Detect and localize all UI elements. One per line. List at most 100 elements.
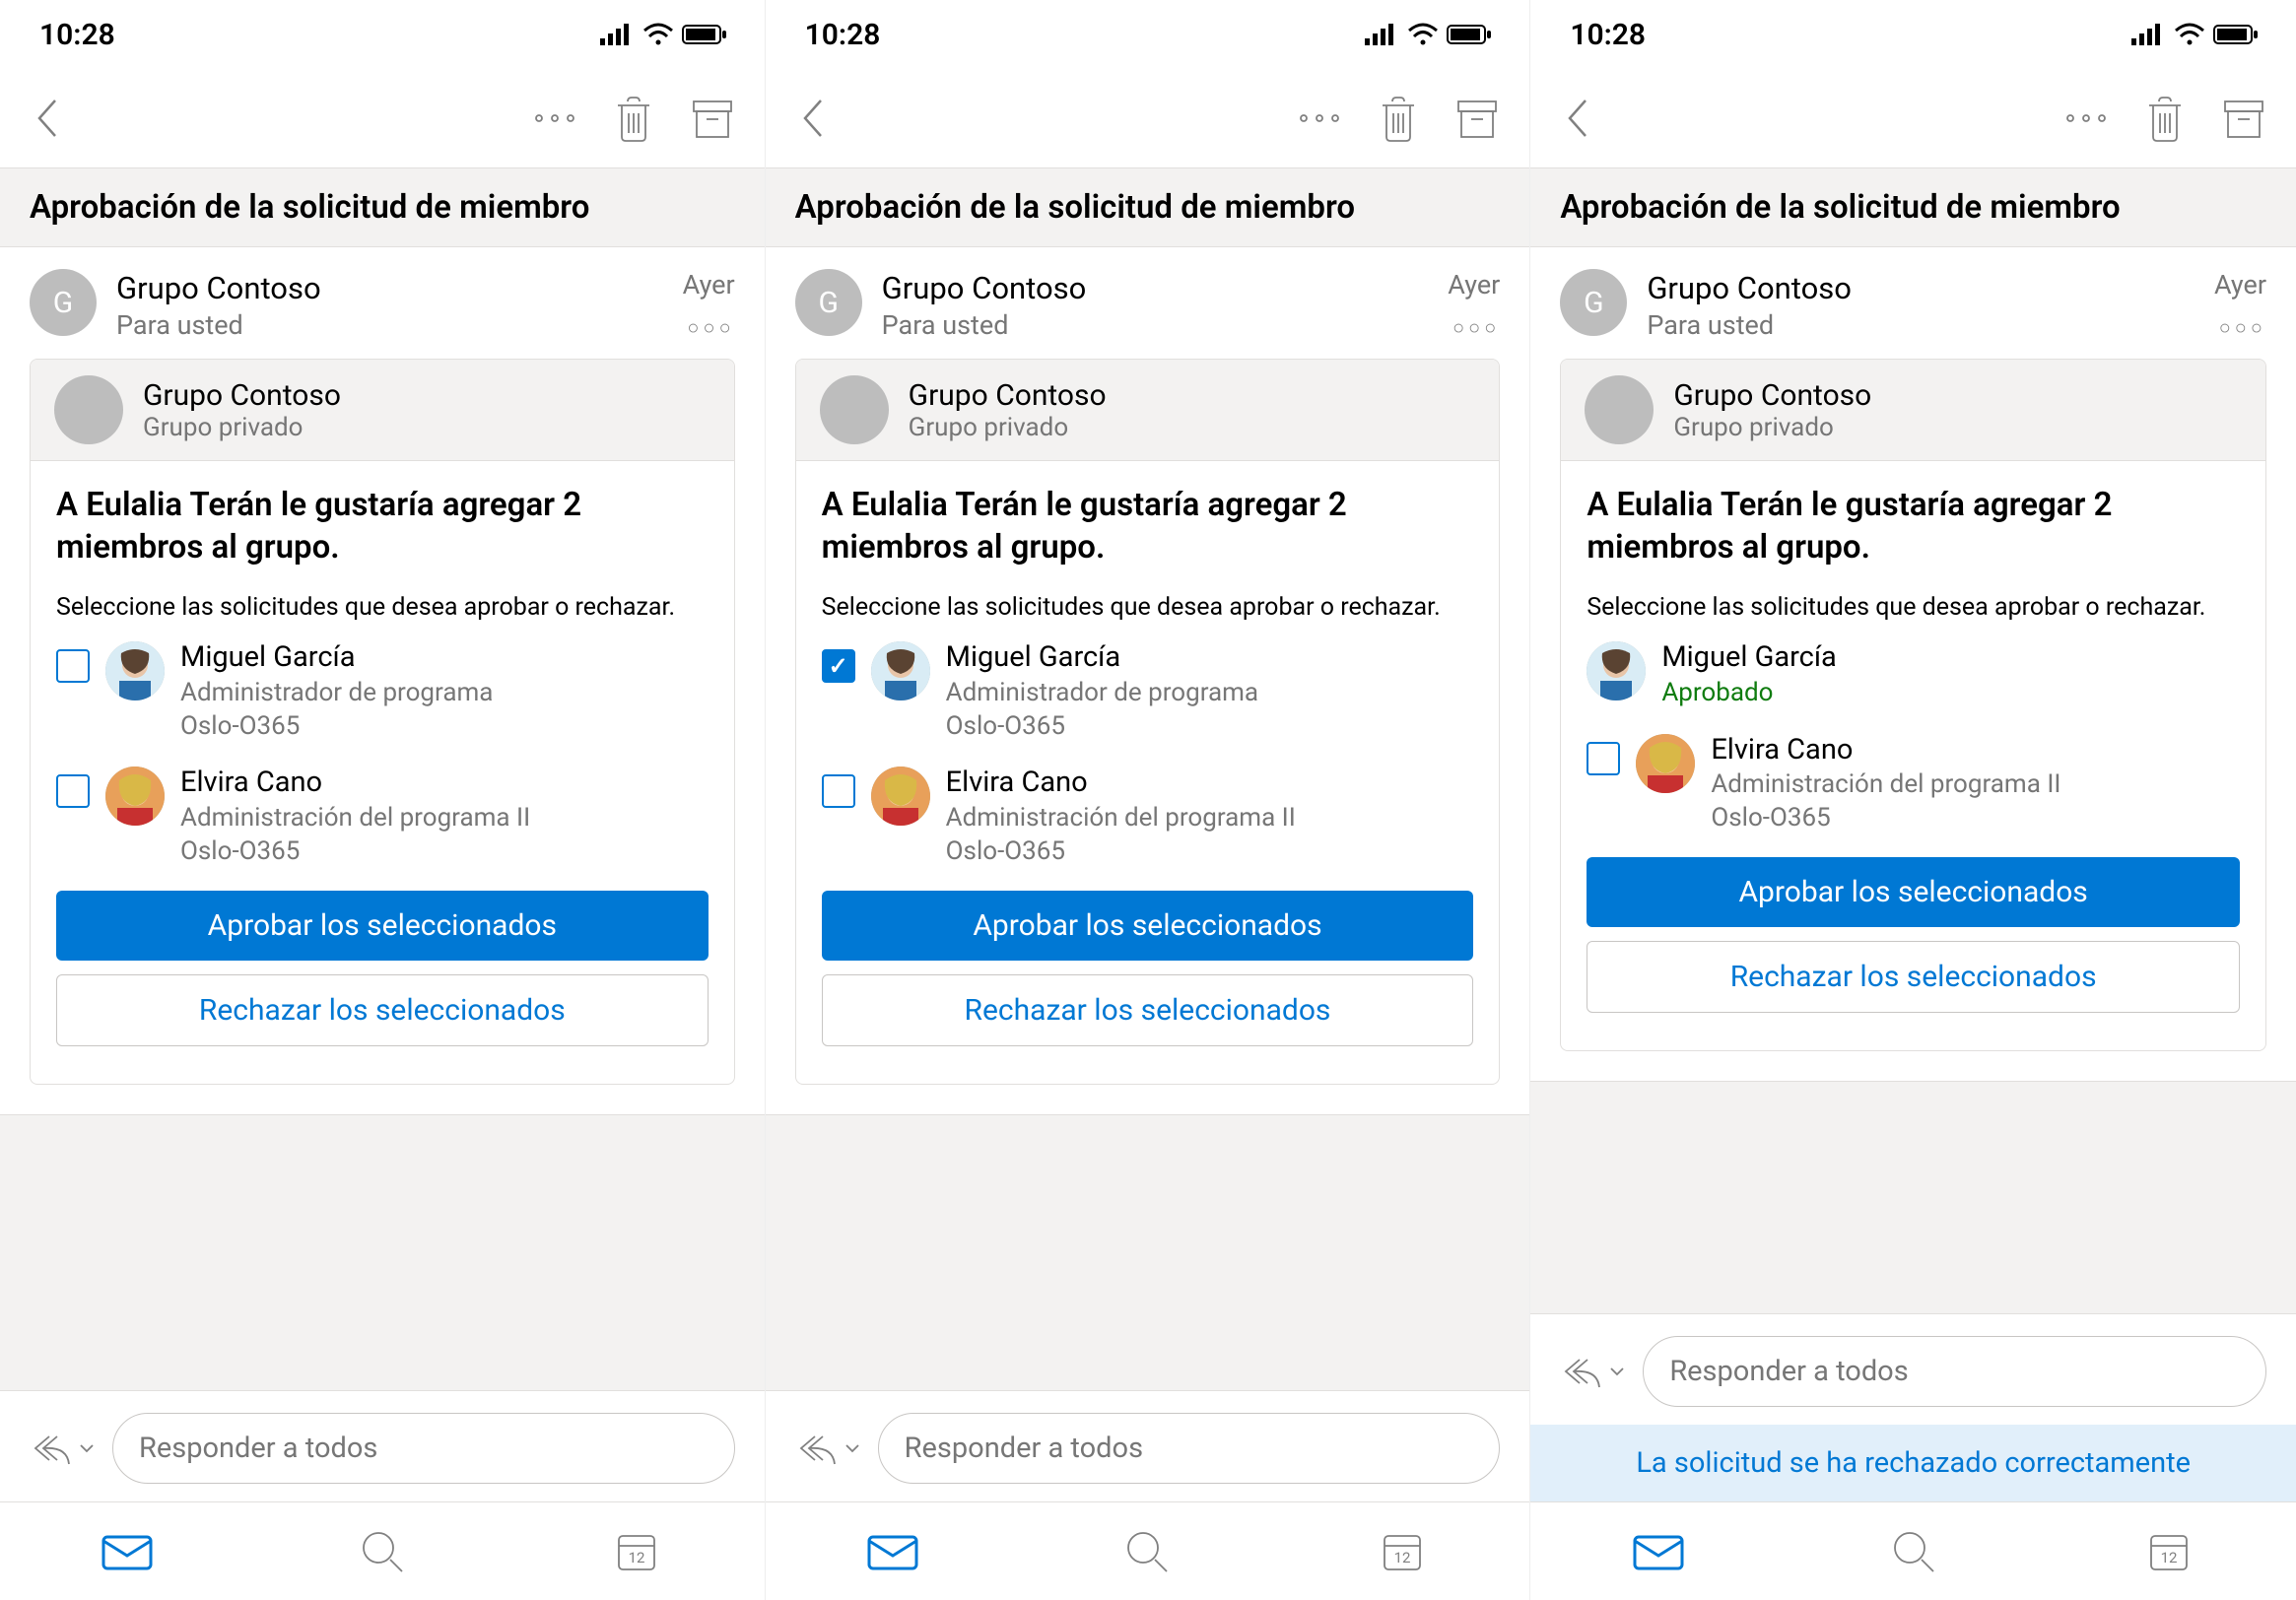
- reply-bar: Responder a todos: [766, 1390, 1530, 1501]
- battery-icon: [1447, 23, 1494, 46]
- approve-button[interactable]: Aprobar los seleccionados: [1587, 857, 2240, 927]
- cell-signal-icon: [599, 23, 635, 46]
- reply-bar: Responder a todos: [0, 1390, 765, 1501]
- sender-date: Ayer: [683, 269, 735, 300]
- more-button[interactable]: [2061, 94, 2111, 143]
- delete-button[interactable]: [2140, 94, 2190, 143]
- tab-mail[interactable]: [863, 1528, 922, 1575]
- approval-card: Grupo Contoso Grupo privado A Eulalia Te…: [1560, 359, 2266, 1051]
- member-role: Administración del programa II: [946, 802, 1474, 835]
- tab-calendar[interactable]: 12: [1373, 1528, 1432, 1575]
- toast-message: La solicitud se ha rechazado correctamen…: [1530, 1425, 2296, 1501]
- email-subject: Aprobación de la solicitud de miembro: [1530, 167, 2296, 247]
- delete-button[interactable]: [609, 94, 658, 143]
- message-more-button[interactable]: ○○○: [2219, 315, 2266, 339]
- back-button[interactable]: [793, 94, 833, 143]
- top-nav: [766, 69, 1530, 167]
- sender-avatar[interactable]: G: [795, 269, 862, 336]
- member-avatar: [871, 641, 930, 700]
- tab-search[interactable]: [1884, 1528, 1943, 1575]
- tab-search[interactable]: [1117, 1528, 1177, 1575]
- group-header[interactable]: Grupo Contoso Grupo privado: [796, 360, 1500, 461]
- message-more-button[interactable]: ○○○: [687, 315, 734, 339]
- trash-icon: [2143, 94, 2187, 143]
- back-button[interactable]: [28, 94, 67, 143]
- member-role: Administración del programa II: [180, 802, 709, 835]
- status-time: 10:28: [1570, 18, 1646, 52]
- tab-mail[interactable]: [1629, 1528, 1688, 1575]
- group-avatar: [54, 375, 123, 444]
- member-avatar: [105, 767, 165, 826]
- group-avatar: [820, 375, 889, 444]
- tab-search[interactable]: [353, 1528, 412, 1575]
- group-header[interactable]: Grupo Contoso Grupo privado: [1561, 360, 2265, 461]
- status-bar: 10:28: [766, 0, 1530, 69]
- trash-icon: [612, 94, 655, 143]
- archive-icon: [1454, 96, 1500, 141]
- more-icon: [533, 112, 576, 124]
- calendar-icon: 12: [613, 1528, 660, 1575]
- approval-card: Grupo Contoso Grupo privado A Eulalia Te…: [30, 359, 735, 1084]
- reject-button[interactable]: Rechazar los seleccionados: [822, 974, 1474, 1046]
- reply-input[interactable]: Responder a todos: [878, 1413, 1501, 1484]
- reply-mode-button[interactable]: [795, 1431, 860, 1466]
- member-checkbox[interactable]: [56, 649, 90, 683]
- status-icons: [1364, 23, 1494, 46]
- member-checkbox[interactable]: [1587, 742, 1620, 775]
- tab-calendar[interactable]: 12: [607, 1528, 666, 1575]
- reply-mode-button[interactable]: [1560, 1354, 1625, 1389]
- reject-button[interactable]: Rechazar los seleccionados: [1587, 941, 2240, 1013]
- member-avatar: [1587, 641, 1646, 700]
- request-title: A Eulalia Terán le gustaría agregar 2 mi…: [822, 485, 1474, 569]
- tab-mail[interactable]: [98, 1528, 157, 1575]
- delete-button[interactable]: [1374, 94, 1423, 143]
- reply-input[interactable]: Responder a todos: [1643, 1336, 2266, 1407]
- member-status: Aprobado: [1661, 677, 2240, 710]
- member-location: Oslo-O365: [946, 835, 1474, 869]
- mail-icon: [866, 1532, 919, 1571]
- member-location: Oslo-O365: [180, 835, 709, 869]
- reject-button[interactable]: Rechazar los seleccionados: [56, 974, 709, 1046]
- status-bar: 10:28: [1530, 0, 2296, 69]
- reply-input[interactable]: Responder a todos: [112, 1413, 735, 1484]
- trash-icon: [1377, 94, 1420, 143]
- sender-to: Para usted: [1647, 308, 2195, 343]
- check-icon: ✓: [829, 652, 848, 680]
- member-checkbox[interactable]: [56, 774, 90, 808]
- archive-button[interactable]: [1452, 94, 1502, 143]
- battery-icon: [2213, 23, 2261, 46]
- mail-icon: [101, 1532, 154, 1571]
- archive-button[interactable]: [2219, 94, 2268, 143]
- approval-card: Grupo Contoso Grupo privado A Eulalia Te…: [795, 359, 1501, 1084]
- archive-icon: [2221, 96, 2266, 141]
- tab-calendar[interactable]: 12: [2139, 1528, 2198, 1575]
- svg-text:12: 12: [2160, 1549, 2177, 1567]
- search-icon: [359, 1528, 406, 1575]
- more-button[interactable]: [1295, 94, 1344, 143]
- back-button[interactable]: [1558, 94, 1597, 143]
- member-location: Oslo-O365: [180, 710, 709, 744]
- member-checkbox-checked[interactable]: ✓: [822, 649, 855, 683]
- member-row-miguel: ✓ Miguel García Administrador de program…: [822, 639, 1474, 743]
- request-title: A Eulalia Terán le gustaría agregar 2 mi…: [56, 485, 709, 569]
- sender-to: Para usted: [116, 308, 663, 343]
- member-location: Oslo-O365: [946, 710, 1474, 744]
- message-more-button[interactable]: ○○○: [1452, 315, 1500, 339]
- sender-avatar[interactable]: G: [1560, 269, 1627, 336]
- calendar-icon: 12: [1379, 1528, 1426, 1575]
- member-row-elvira: Elvira Cano Administración del programa …: [822, 765, 1474, 868]
- member-row-miguel: Miguel García Administrador de programa …: [56, 639, 709, 743]
- member-checkbox[interactable]: [822, 774, 855, 808]
- more-button[interactable]: [530, 94, 579, 143]
- sender-avatar[interactable]: G: [30, 269, 97, 336]
- member-avatar: [871, 767, 930, 826]
- sender-row: G Grupo Contoso Para usted Ayer ○○○: [0, 247, 765, 353]
- group-header[interactable]: Grupo Contoso Grupo privado: [31, 360, 734, 461]
- member-name: Miguel García: [180, 639, 709, 677]
- approve-button[interactable]: Aprobar los seleccionados: [56, 891, 709, 961]
- chevron-down-icon: [844, 1442, 860, 1454]
- archive-button[interactable]: [688, 94, 737, 143]
- reply-mode-button[interactable]: [30, 1431, 95, 1466]
- approve-button[interactable]: Aprobar los seleccionados: [822, 891, 1474, 961]
- member-name: Miguel García: [946, 639, 1474, 677]
